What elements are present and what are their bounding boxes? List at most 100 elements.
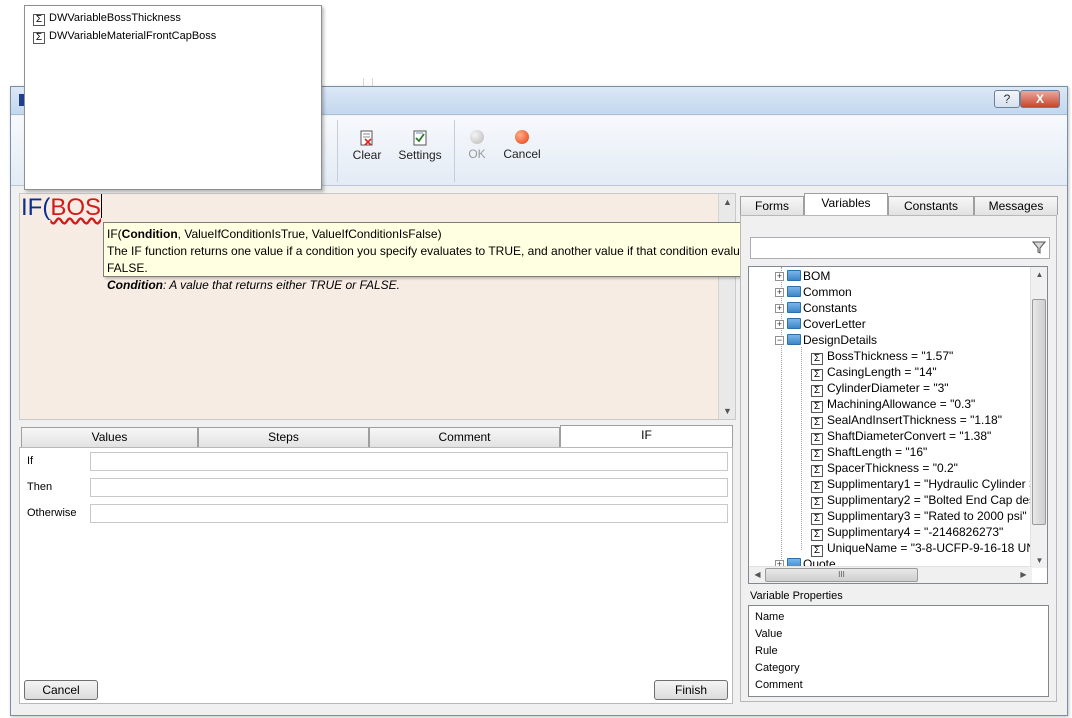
autocomplete-item[interactable]: Σ DWVariableBossThickness [33,10,181,26]
folder-icon [787,270,801,281]
expand-icon[interactable]: + [775,304,784,313]
tree-folder-common[interactable]: + Common [775,284,852,300]
tree-variable-label: UniqueName = "3-8-UCFP-9-16-18 UNF-S- [827,541,1048,555]
tree-folder-label: DesignDetails [803,333,878,347]
property-rule-label: Rule [755,645,778,657]
tree-variable-label: CylinderDiameter = "3" [827,381,949,395]
ok-button[interactable]: OK [466,130,488,161]
expand-icon[interactable]: + [775,272,784,281]
settings-label: Settings [398,148,442,162]
tree-variable-label: Supplimentary1 = "Hydraulic Cylinder 3 i… [827,477,1048,491]
tab-forms[interactable]: Forms [740,196,804,215]
sigma-icon: Σ [33,14,45,26]
then-label: Then [27,481,53,493]
autocomplete-item[interactable]: Σ DWVariableMaterialFrontCapBoss [33,28,216,44]
right-tab-strip: Forms Variables Constants Messages [740,193,1058,215]
clear-button[interactable]: Clear [350,130,384,162]
tree-folder-constants[interactable]: + Constants [775,300,857,316]
function-tooltip: IF(Condition, ValueIfConditionIsTrue, Va… [103,222,810,292]
text-caret [101,194,103,218]
help-button[interactable]: ? [994,90,1020,108]
clear-icon [360,130,373,146]
tree-variable-item[interactable]: Σ Supplimentary1 = "Hydraulic Cylinder 3 … [811,476,1048,493]
formula-argument: BOS [50,194,102,221]
tree-variable-item[interactable]: Σ CasingLength = "14" [811,364,937,381]
scroll-left-icon[interactable]: ◀ [749,570,766,579]
otherwise-field[interactable] [90,504,728,523]
tree-variable-item[interactable]: Σ ShaftLength = "16" [811,444,927,461]
otherwise-label: Otherwise [27,507,77,519]
tab-messages[interactable]: Messages [974,196,1058,215]
tree-folder-coverletter[interactable]: + CoverLetter [775,316,866,332]
property-category-label: Category [755,662,800,674]
scroll-down-icon[interactable]: ▼ [719,406,736,416]
tree-variable-item[interactable]: Σ CylinderDiameter = "3" [811,380,949,397]
tooltip-signature: IF(Condition, ValueIfConditionIsTrue, Va… [107,226,806,243]
scroll-up-icon[interactable]: ▲ [719,197,736,207]
tooltip-active-parameter: Condition [121,227,178,241]
tree-variable-item[interactable]: Σ Supplimentary4 = "-2146826273" [811,524,1004,541]
tree-vertical-scrollbar[interactable]: ▲ ▼ [1030,267,1047,568]
finish-button[interactable]: Finish [654,680,728,700]
formula-function: IF( [21,194,51,221]
variables-tree: + BOM + Common + Constants + CoverLetter − De… [748,266,1048,584]
property-value-label: Value [755,628,783,640]
cancel-button[interactable]: Cancel [24,680,98,700]
tree-folder-bom[interactable]: + BOM [775,268,830,284]
clear-label: Clear [352,148,382,162]
tree-variable-label: Supplimentary4 = "-2146826273" [827,525,1004,539]
tooltip-description: The IF function returns one value if a c… [107,244,776,275]
scroll-down-icon[interactable]: ▼ [1031,556,1047,565]
ok-circle-icon [470,130,484,144]
sigma-icon: Σ [33,32,45,44]
tab-comment[interactable]: Comment [369,427,560,447]
property-name-label: Name [755,611,785,623]
tooltip-parameter-name: Condition [107,278,163,292]
toolbar-separator [454,120,455,182]
tab-constants[interactable]: Constants [888,196,974,215]
settings-icon [413,130,427,146]
tab-steps[interactable]: Steps [198,427,369,447]
expand-icon[interactable]: + [775,320,784,329]
tree-folder-label: Constants [803,301,858,315]
tree-variable-item[interactable]: Σ BossThickness = "1.57" [811,348,953,365]
tree-variable-item[interactable]: Σ SealAndInsertThickness = "1.18" [811,412,1002,429]
if-field[interactable] [90,452,728,471]
collapse-icon[interactable]: − [775,336,784,345]
tree-variable-label: CasingLength = "14" [827,365,937,379]
folder-icon [787,302,801,313]
cancel-toolbar-button[interactable]: Cancel [502,130,542,161]
tree-variable-item[interactable]: Σ ShaftDiameterConvert = "1.38" [811,428,991,445]
scroll-right-icon[interactable]: ▶ [1015,570,1032,579]
tooltip-parameter-help: Condition: A value that returns either T… [107,277,806,294]
tree-variable-item[interactable]: Σ Supplimentary2 = "Bolted End Cap design [811,492,1047,509]
tree-variable-label: Supplimentary3 = "Rated to 2000 psi" [827,509,1027,523]
tree-folder-label: BOM [803,269,831,283]
scroll-thumb[interactable] [1032,299,1046,525]
close-button[interactable]: X [1020,90,1060,108]
autocomplete-item-label: DWVariableMaterialFrontCapBoss [49,30,217,42]
tree-folder-label: CoverLetter [803,317,866,331]
tab-variables[interactable]: Variables [804,193,888,215]
tooltip-other-parameters: , ValueIfConditionIsTrue, ValueIfConditi… [177,227,442,241]
expand-icon[interactable]: + [775,288,784,297]
ok-label: OK [468,147,486,161]
settings-button[interactable]: Settings [397,130,443,162]
tree-folder-designdetails[interactable]: − DesignDetails [775,332,877,348]
tree-horizontal-scrollbar[interactable]: ◀ III ▶ [749,566,1032,583]
scroll-thumb[interactable]: III [765,568,918,582]
tree-variable-item[interactable]: Σ UniqueName = "3-8-UCFP-9-16-18 UNF-S- [811,540,1048,557]
autocomplete-list: Σ DWVariableBossThickness Σ DWVariableMate… [24,5,322,190]
tree-variable-item[interactable]: Σ SpacerThickness = "0.2" [811,460,958,477]
filter-icon[interactable] [1032,240,1046,254]
scroll-up-icon[interactable]: ▲ [1031,270,1047,279]
tree-variable-label: SpacerThickness = "0.2" [827,461,958,475]
folder-icon [787,318,801,329]
tab-if[interactable]: IF [560,425,733,447]
variable-search-input[interactable] [750,237,1050,259]
then-field[interactable] [90,478,728,497]
variable-properties-panel: Name Value Rule Category Comment [748,605,1049,697]
tab-values[interactable]: Values [21,427,198,447]
tree-variable-item[interactable]: Σ Supplimentary3 = "Rated to 2000 psi" [811,508,1027,525]
tree-variable-item[interactable]: Σ MachiningAllowance = "0.3" [811,396,975,413]
